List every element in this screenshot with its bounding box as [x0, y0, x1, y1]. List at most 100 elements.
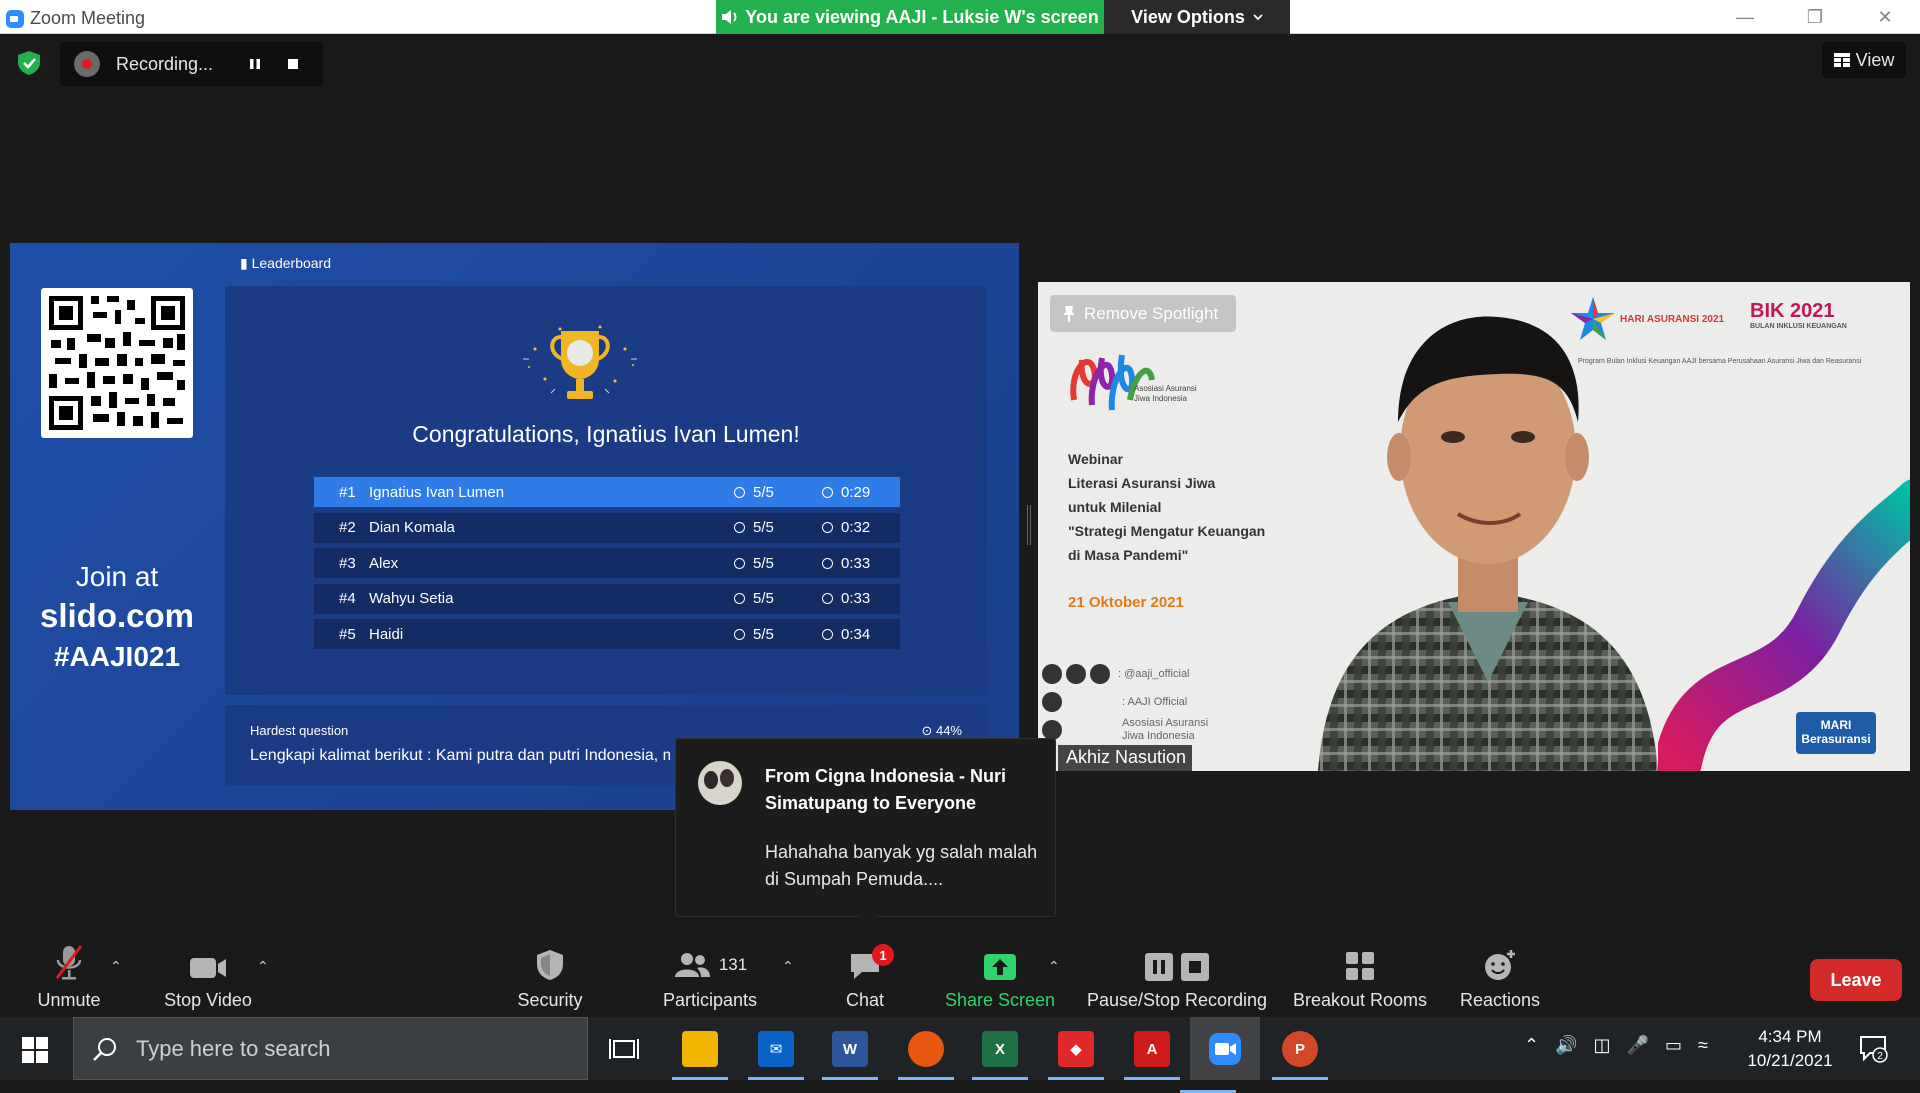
stopwatch-icon: [822, 593, 833, 604]
participants-label: Participants: [662, 990, 758, 1010]
webinar-date: 21 Oktober 2021: [1068, 594, 1184, 611]
aaji-logo: [1070, 354, 1155, 411]
leave-meeting-button[interactable]: Leave: [1810, 959, 1902, 1001]
zoom-logo-icon: [6, 9, 24, 28]
leaderboard-row: #2 Dian Komala 5/5 0:32: [314, 512, 900, 543]
webinar-line: Webinar: [1068, 451, 1123, 467]
score: 5/5: [734, 590, 774, 607]
participants-button[interactable]: 131 Participants: [655, 938, 765, 1017]
webinar-title: Webinar Literasi Asuransi Jiwa untuk Mil…: [1068, 447, 1265, 567]
firefox-icon[interactable]: [898, 1031, 954, 1080]
linkedin-icon: [1042, 720, 1062, 740]
stop-video-button[interactable]: Stop Video: [158, 938, 258, 1017]
check-circle-icon: [734, 557, 745, 569]
action-center-button[interactable]: 2: [1858, 1033, 1888, 1063]
toast-pointer: [858, 916, 878, 926]
qr-code: [41, 288, 193, 438]
notification-count: 2: [1877, 1051, 1883, 1062]
excel-icon[interactable]: X: [972, 1031, 1028, 1080]
network-adapter-icon[interactable]: ◫: [1594, 1035, 1611, 1056]
view-button[interactable]: View: [1822, 42, 1906, 78]
check-circle-icon: [734, 486, 745, 498]
volume-icon[interactable]: 🔊: [1555, 1035, 1577, 1056]
audio-options-caret-icon[interactable]: ⌃: [110, 958, 122, 975]
participants-icon-wrap: 131: [673, 938, 747, 982]
pause-stop-recording-button[interactable]: Pause/Stop Recording: [1082, 938, 1272, 1017]
pause-recording-button[interactable]: [236, 42, 274, 86]
share-options-caret-icon[interactable]: ⌃: [1048, 958, 1060, 975]
participants-options-caret-icon[interactable]: ⌃: [782, 958, 794, 975]
zoom-taskbar-icon[interactable]: [1180, 1017, 1260, 1093]
score-value: 5/5: [753, 554, 774, 572]
pause-icon: [250, 59, 260, 69]
mail-icon[interactable]: ✉: [748, 1031, 804, 1080]
anydesk-icon[interactable]: ◆: [1048, 1031, 1104, 1080]
encryption-shield-icon[interactable]: [16, 50, 42, 76]
remove-spotlight-button[interactable]: Remove Spotlight: [1050, 295, 1236, 332]
time-value: 0:33: [841, 554, 871, 572]
microphone-icon[interactable]: 🎤: [1627, 1035, 1649, 1056]
powerpoint-icon[interactable]: P: [1272, 1031, 1328, 1080]
linkedin-line-1: Asosiasi Asuransi: [1122, 717, 1209, 729]
taskbar-search-box[interactable]: Type here to search: [73, 1017, 588, 1080]
hardest-question-pct: ⊙ 44%: [921, 723, 962, 738]
rank: #5: [339, 625, 356, 643]
time-value: 0:32: [841, 519, 871, 536]
windows-start-icon[interactable]: [22, 1037, 48, 1063]
breakout-rooms-label: Breakout Rooms: [1292, 990, 1428, 1010]
zoom-app-icon: [1209, 1032, 1241, 1065]
join-code: #AAJI021: [53, 641, 181, 672]
notification-icon: 2: [1860, 1036, 1888, 1063]
view-options-button[interactable]: View Options: [1104, 0, 1290, 34]
video-options-caret-icon[interactable]: ⌃: [257, 958, 269, 975]
reactions-label: Reactions: [1459, 990, 1541, 1010]
restore-button[interactable]: ❐: [1780, 0, 1850, 34]
mari-berasuransi-logo: MARI Berasuransi: [1796, 712, 1876, 754]
start-tile: [36, 1051, 48, 1063]
leaderboard-row: #5 Haidi 5/5 0:34: [314, 619, 900, 649]
security-icon-wrap: [535, 938, 565, 982]
file-explorer-icon[interactable]: [672, 1031, 728, 1080]
congratulations-text: Congratulations, Ignatius Ivan Lumen!: [412, 421, 800, 447]
clock-date: 10/21/2021: [1747, 1051, 1833, 1070]
chat-button[interactable]: 1 Chat: [830, 938, 900, 1017]
wifi-icon[interactable]: ≈: [1698, 1035, 1708, 1056]
battery-icon[interactable]: ▭: [1665, 1035, 1682, 1056]
check-circle-icon: [734, 522, 745, 533]
breakout-rooms-button[interactable]: Breakout Rooms: [1290, 938, 1430, 1017]
reactions-button[interactable]: Reactions: [1455, 938, 1545, 1017]
clock-time: 4:34 PM: [1758, 1027, 1822, 1046]
task-view-icon[interactable]: [606, 1031, 642, 1067]
share-icon-wrap: [982, 938, 1018, 982]
speaker-name-tag: Akhiz Nasution: [1058, 745, 1193, 771]
chat-icon-wrap: 1: [848, 938, 894, 982]
tray-overflow-icon[interactable]: ⌃: [1524, 1035, 1539, 1056]
close-button[interactable]: ✕: [1850, 0, 1920, 34]
join-at-label: Join at: [75, 561, 159, 592]
minimize-button[interactable]: —: [1710, 0, 1780, 34]
share-screen-button[interactable]: Share Screen: [940, 938, 1060, 1017]
chat-notification[interactable]: From Cigna Indonesia - Nuri Simatupang t…: [675, 738, 1056, 926]
stop-video-label: Stop Video: [164, 990, 252, 1010]
word-icon[interactable]: W: [822, 1031, 878, 1080]
acrobat-icon[interactable]: A: [1124, 1031, 1180, 1080]
time: 0:32: [822, 519, 870, 536]
stop-recording-button[interactable]: [274, 42, 312, 86]
score-value: 5/5: [753, 590, 774, 607]
unmute-icon-wrap: [51, 938, 87, 982]
split-view-divider[interactable]: [1027, 505, 1031, 545]
webinar-line: di Masa Pandemi": [1068, 547, 1189, 563]
rank: #1: [339, 483, 356, 501]
participant-name: Ignatius Ivan Lumen: [369, 483, 505, 501]
time-value: 0:29: [841, 483, 871, 501]
security-button[interactable]: Security: [510, 938, 590, 1017]
taskbar-clock[interactable]: 4:34 PM 10/21/2021: [1740, 1025, 1840, 1073]
hari-asuransi-logo: HARI ASURANSI 2021: [1570, 296, 1724, 342]
score: 5/5: [734, 484, 774, 501]
social-row: Asosiasi Asuransi Jiwa Indonesia: [1042, 716, 1208, 744]
recording-controls-icon-wrap: [1144, 938, 1210, 982]
meeting-toolbar: Unmute ⌃ Stop Video ⌃ Security 131 Parti…: [0, 938, 1920, 1017]
webinar-line: Literasi Asuransi Jiwa: [1068, 475, 1216, 491]
unmute-button[interactable]: Unmute: [24, 938, 114, 1017]
linkedin-line-2: Jiwa Indonesia: [1122, 730, 1195, 742]
